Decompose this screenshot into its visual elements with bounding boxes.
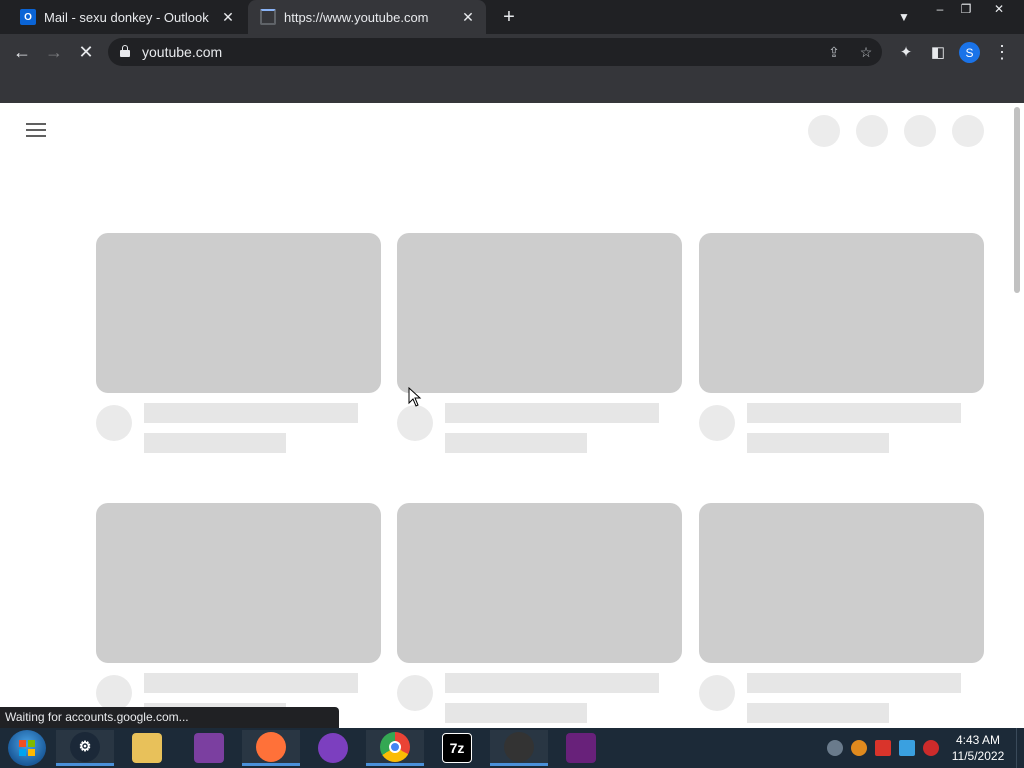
taskbar-chrome[interactable] <box>366 730 424 766</box>
meta-placeholder <box>445 433 587 453</box>
profile-avatar[interactable]: S <box>959 42 980 63</box>
thumbnail-placeholder <box>397 233 682 393</box>
close-window-button[interactable]: ✕ <box>984 0 1014 18</box>
scrollbar-thumb[interactable] <box>1014 107 1020 293</box>
title-placeholder <box>445 403 659 423</box>
status-bubble: Waiting for accounts.google.com... <box>0 707 339 728</box>
restore-button[interactable]: ❐ <box>952 0 980 18</box>
volume-tray-icon[interactable] <box>923 740 939 756</box>
chrome-icon <box>380 731 410 762</box>
address-bar[interactable]: youtube.com ⇪ ☆ <box>108 38 882 66</box>
bookmarks-bar <box>0 70 1024 103</box>
channel-avatar-placeholder <box>699 405 735 441</box>
taskbar-file-explorer[interactable] <box>118 730 176 766</box>
steam-icon: ⚙ <box>70 731 100 762</box>
title-placeholder <box>747 673 961 693</box>
meta-placeholder <box>747 703 889 723</box>
back-button[interactable]: ← <box>9 39 35 65</box>
tab-youtube[interactable]: https://www.youtube.com ✕ <box>248 0 486 34</box>
clock-time: 4:43 AM <box>955 733 1001 747</box>
thumbnail-placeholder <box>397 503 682 663</box>
channel-avatar-placeholder <box>699 675 735 711</box>
network-tray-icon[interactable] <box>899 740 915 756</box>
title-placeholder <box>445 673 659 693</box>
forward-button[interactable]: → <box>41 39 67 65</box>
taskbar-visual-studio[interactable] <box>552 730 610 766</box>
taskbar-winrar[interactable] <box>180 730 238 766</box>
share-icon[interactable]: ⇪ <box>824 42 844 62</box>
hammer-icon <box>566 733 596 763</box>
flag-tray-icon[interactable] <box>875 740 891 756</box>
taskbar-gaming-app[interactable] <box>304 730 362 766</box>
header-placeholder-circle <box>808 115 840 147</box>
taskbar-7zip[interactable]: 7z <box>428 730 486 766</box>
chrome-menu-icon[interactable]: ⋮ <box>989 39 1015 65</box>
mask-icon <box>318 733 348 763</box>
title-placeholder <box>144 673 358 693</box>
header-placeholder-circle <box>952 115 984 147</box>
header-placeholder-circle <box>856 115 888 147</box>
windows-taskbar: ⚙ 7z 4:43 AM 11/5/2022 <box>0 728 1024 768</box>
minimize-button[interactable]: – <box>926 0 954 18</box>
meta-placeholder <box>445 703 587 723</box>
search-tray-icon[interactable] <box>851 740 867 756</box>
folder-icon <box>132 733 162 763</box>
tab-search-chevron-icon[interactable]: ▼ <box>894 7 914 27</box>
title-placeholder <box>747 403 961 423</box>
taskbar-media-app[interactable] <box>490 730 548 766</box>
tab-outlook[interactable]: O Mail - sexu donkey - Outlook ✕ <box>8 0 246 34</box>
clock-date: 11/5/2022 <box>951 749 1005 763</box>
bookmark-star-icon[interactable]: ☆ <box>856 42 876 62</box>
channel-avatar-placeholder <box>96 405 132 441</box>
thumbnail-placeholder <box>699 233 984 393</box>
start-button[interactable] <box>8 730 46 766</box>
channel-avatar-placeholder <box>397 405 433 441</box>
firefox-icon <box>256 731 286 762</box>
header-placeholder-circle <box>904 115 936 147</box>
meta-placeholder <box>144 433 286 453</box>
tab-strip: O Mail - sexu donkey - Outlook ✕ https:/… <box>0 0 1024 34</box>
outlook-icon: O <box>20 9 36 25</box>
thumbnail-placeholder <box>96 503 381 663</box>
close-tab-icon[interactable]: ✕ <box>218 7 238 27</box>
youtube-page <box>0 103 1010 728</box>
media-app-icon <box>504 731 534 762</box>
browser-toolbar: ← → ✕ youtube.com ⇪ ☆ ✦ ◧ S ⋮ <box>0 34 1024 70</box>
thumbnail-placeholder <box>96 233 381 393</box>
windows-logo-icon <box>19 740 35 756</box>
side-panel-icon[interactable]: ◧ <box>925 39 951 65</box>
close-tab-icon[interactable]: ✕ <box>458 7 478 27</box>
7zip-icon: 7z <box>442 733 472 763</box>
tab-title: https://www.youtube.com <box>284 9 429 25</box>
extensions-puzzle-icon[interactable]: ✦ <box>893 39 919 65</box>
hamburger-menu-icon[interactable] <box>26 123 46 137</box>
mouse-cursor-icon <box>408 387 422 407</box>
winrar-icon <box>194 733 224 763</box>
stop-loading-button[interactable]: ✕ <box>73 39 99 65</box>
channel-avatar-placeholder <box>397 675 433 711</box>
meta-placeholder <box>747 433 889 453</box>
tab-title: Mail - sexu donkey - Outlook <box>44 9 209 25</box>
lock-icon[interactable] <box>120 45 130 57</box>
show-desktop-button[interactable] <box>1016 728 1024 768</box>
channel-avatar-placeholder <box>96 675 132 711</box>
steam-tray-icon[interactable] <box>827 740 843 756</box>
taskbar-firefox[interactable] <box>242 730 300 766</box>
title-placeholder <box>144 403 358 423</box>
taskbar-steam[interactable]: ⚙ <box>56 730 114 766</box>
thumbnail-placeholder <box>699 503 984 663</box>
url-text[interactable]: youtube.com <box>142 44 222 60</box>
new-tab-button[interactable]: + <box>498 6 520 28</box>
system-clock[interactable]: 4:43 AM 11/5/2022 <box>946 732 1010 764</box>
page-scrollbar[interactable] <box>1010 103 1024 728</box>
loading-spinner-icon <box>260 9 276 25</box>
